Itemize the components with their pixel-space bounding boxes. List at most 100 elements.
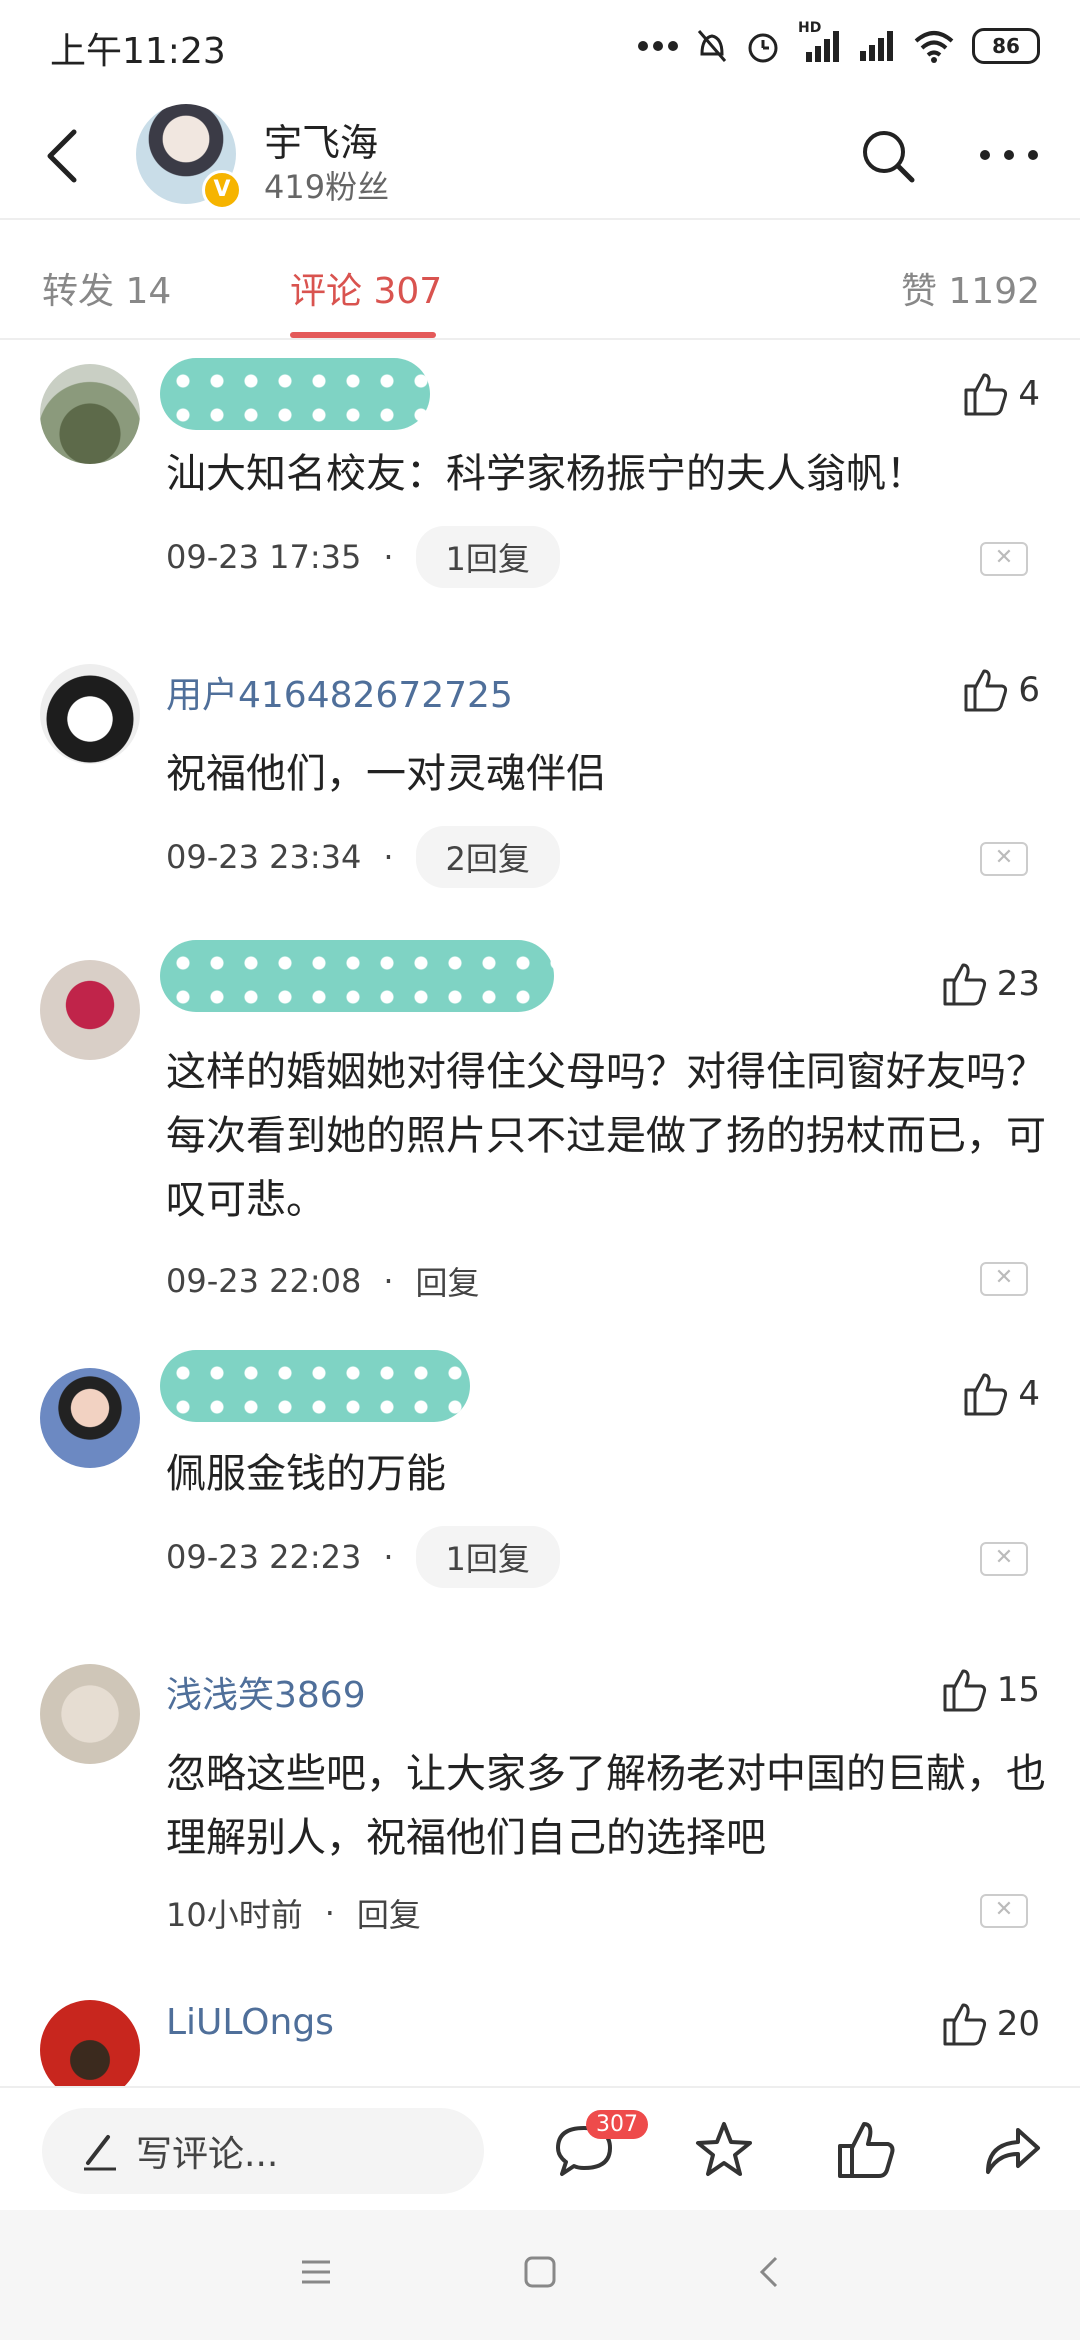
meta-separator: · — [383, 1538, 394, 1576]
like-count: 15 — [996, 1670, 1040, 1710]
nav-back-icon[interactable] — [752, 2254, 788, 2290]
redacted-username — [160, 940, 554, 1012]
comment-meta: 09-23 22:08 · 回复 — [166, 1258, 480, 1304]
comment-time: 09-23 22:23 — [166, 1538, 362, 1576]
alarm-icon — [748, 33, 778, 63]
mute-bell-icon — [697, 30, 727, 62]
comment-time: 09-23 17:35 — [166, 538, 362, 576]
like-count: 20 — [996, 2004, 1040, 2044]
signal-hd-icon: HD — [798, 20, 842, 64]
like-button[interactable]: 20 — [941, 2000, 1040, 2048]
share-icon[interactable] — [980, 2118, 1044, 2182]
reply-button[interactable]: 回复 — [416, 1258, 480, 1304]
reply-button[interactable]: 2回复 — [415, 826, 560, 888]
reply-button[interactable]: 1回复 — [415, 1526, 560, 1588]
avatar[interactable] — [40, 960, 140, 1060]
wifi-icon — [914, 31, 954, 63]
like-count: 4 — [1018, 374, 1040, 414]
bottom-action-bar: 写评论... 307 — [0, 2086, 1080, 2208]
comment-item: 浅浅笑3869 15 忽略这些吧，让大家多了解杨老对中国的巨献，也理解别人，祝福… — [0, 1650, 1080, 1950]
like-button[interactable]: 15 — [941, 1666, 1040, 1714]
thumbs-up-icon — [964, 1373, 1008, 1416]
close-icon[interactable]: ✕ — [980, 1542, 1028, 1576]
avatar[interactable] — [40, 1664, 140, 1764]
reply-button[interactable]: 回复 — [357, 1890, 421, 1936]
close-icon[interactable]: ✕ — [980, 1262, 1028, 1296]
close-icon[interactable]: ✕ — [980, 842, 1028, 876]
comment-meta: 09-23 23:34 · 2回复 — [166, 826, 560, 888]
thumbs-up-icon — [943, 1669, 986, 1712]
status-icons: HD 86 — [638, 20, 1040, 66]
home-icon[interactable] — [522, 2254, 558, 2290]
post-header: V 宇飞海 419粉丝 — [0, 90, 1080, 218]
compose-placeholder: 写评论... — [136, 2134, 279, 2175]
tab-likes[interactable]: 赞 1192 — [901, 262, 1040, 314]
comment-meta: 09-23 17:35 · 1回复 — [166, 526, 560, 588]
like-count: 6 — [1018, 670, 1040, 710]
more-dots-icon — [638, 41, 678, 51]
comment-text: 汕大知名校友：科学家杨振宁的夫人翁帆！ — [166, 451, 926, 497]
comment-item: 用户416482672725 6 祝福他们，一对灵魂伴侣 09-23 23:34… — [0, 650, 1080, 910]
redacted-username — [160, 1350, 470, 1422]
status-time: 上午11:23 — [50, 31, 226, 72]
author-fans: 419粉丝 — [264, 168, 390, 206]
comment-time: 09-23 22:08 — [166, 1262, 362, 1300]
comment-text: 佩服金钱的万能 — [166, 1451, 446, 1497]
thumbs-up-icon — [964, 669, 1008, 712]
comment-count-badge: 307 — [586, 2110, 648, 2139]
status-bar: 上午11:23 HD 86 — [0, 0, 1080, 90]
comment-item: 4 汕大知名校友：科学家杨振宁的夫人翁帆！ 09-23 17:35 · 1回复 … — [0, 350, 1080, 610]
close-icon[interactable]: ✕ — [980, 1894, 1028, 1928]
tab-repost[interactable]: 转发 14 — [42, 262, 171, 314]
verified-badge: V — [202, 170, 242, 210]
comment-item: 23 这样的婚姻她对得住父母吗？对得住同窗好友吗？每次看到她的照片只不过是做了扬… — [0, 940, 1080, 1320]
avatar[interactable] — [40, 364, 140, 464]
username[interactable]: LiULOngs — [166, 2002, 334, 2043]
comment-text: 忽略这些吧，让大家多了解杨老对中国的巨献，也理解别人，祝福他们自己的选择吧 — [166, 1751, 1046, 1861]
pencil-icon — [84, 2135, 116, 2171]
search-icon[interactable] — [858, 126, 918, 186]
tab-bar: 转发 14 评论 307 赞 1192 — [0, 220, 1080, 340]
avatar[interactable] — [40, 1368, 140, 1468]
thumbs-up-icon — [943, 2003, 986, 2046]
system-nav-bar — [0, 2210, 1080, 2340]
thumbs-up-icon — [943, 963, 986, 1006]
star-icon[interactable] — [692, 2118, 756, 2182]
author-name[interactable]: 宇飞海 — [264, 112, 378, 167]
username[interactable]: 用户416482672725 — [166, 666, 513, 718]
comment-meta: 10小时前 · 回复 — [166, 1890, 421, 1936]
like-button[interactable]: 4 — [962, 370, 1040, 418]
tab-comments[interactable]: 评论 307 — [290, 262, 442, 314]
back-arrow-icon[interactable] — [38, 126, 88, 186]
avatar[interactable] — [40, 664, 140, 764]
comment-time: 09-23 23:34 — [166, 838, 362, 876]
menu-icon[interactable] — [298, 2254, 334, 2290]
thumbs-up-icon[interactable] — [834, 2118, 898, 2182]
like-button[interactable]: 6 — [962, 666, 1040, 714]
username[interactable]: 浅浅笑3869 — [166, 1666, 366, 1718]
compose-comment-input[interactable]: 写评论... — [42, 2108, 484, 2194]
redacted-username — [160, 358, 430, 430]
meta-separator: · — [324, 1894, 335, 1932]
like-button[interactable]: 23 — [941, 960, 1040, 1008]
comment-text: 这样的婚姻她对得住父母吗？对得住同窗好友吗？每次看到她的照片只不过是做了扬的拐杖… — [166, 1049, 1046, 1223]
like-button[interactable]: 4 — [962, 1370, 1040, 1418]
reply-button[interactable]: 1回复 — [415, 526, 560, 588]
meta-separator: · — [383, 1262, 394, 1300]
comment-text: 祝福他们，一对灵魂伴侣 — [166, 751, 606, 797]
tabs-divider — [0, 338, 1080, 340]
battery-indicator: 86 — [972, 28, 1040, 64]
signal-icon — [860, 31, 893, 61]
more-icon[interactable] — [978, 148, 1040, 162]
comment-item: 4 佩服金钱的万能 09-23 22:23 · 1回复 ✕ — [0, 1350, 1080, 1610]
avatar[interactable] — [40, 2000, 140, 2086]
like-count: 4 — [1018, 1374, 1040, 1414]
comment-time: 10小时前 — [166, 1896, 303, 1934]
network-label: HD — [798, 20, 822, 36]
meta-separator: · — [383, 538, 394, 576]
meta-separator: · — [383, 838, 394, 876]
thumbs-up-icon — [964, 373, 1008, 416]
close-icon[interactable]: ✕ — [980, 542, 1028, 576]
comment-meta: 09-23 22:23 · 1回复 — [166, 1526, 560, 1588]
comment-item: LiULOngs 20 — [0, 1990, 1080, 2086]
